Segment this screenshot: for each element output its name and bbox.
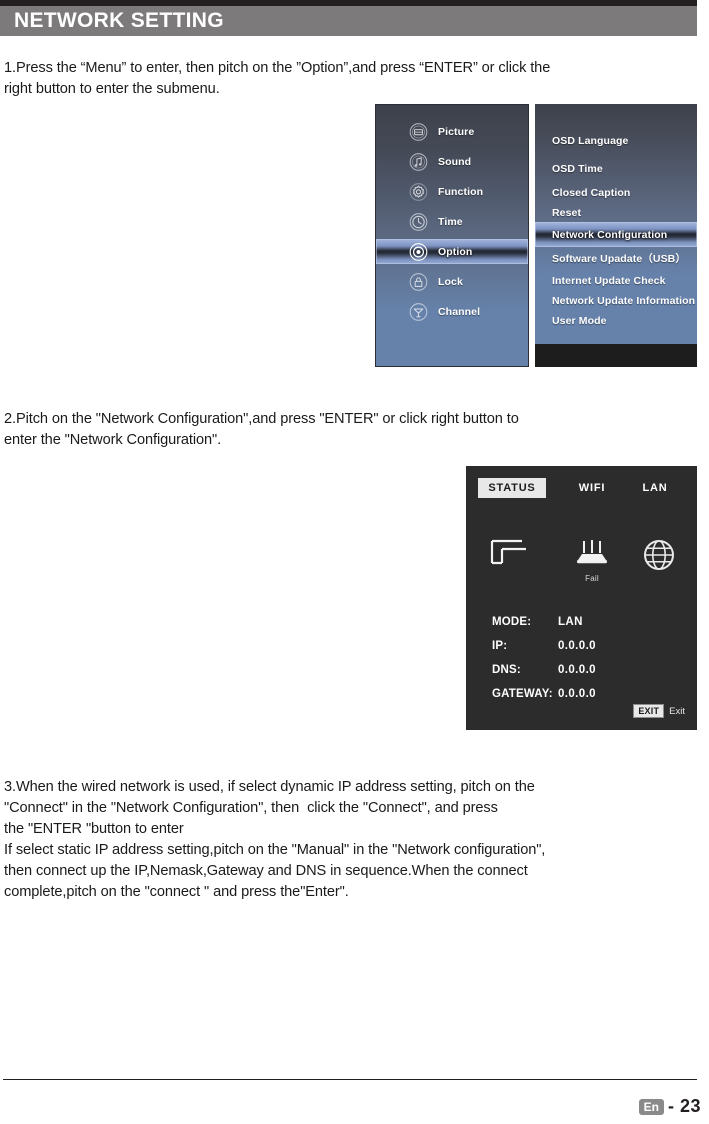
- field-mode-value: LAN: [558, 616, 583, 628]
- osd-item-label: Channel: [438, 305, 481, 318]
- field-dns: DNS: 0.0.0.0: [492, 664, 682, 688]
- osd-item-label: Lock: [438, 275, 463, 288]
- globe-icon-wrap: [631, 538, 687, 588]
- field-gateway-key: GATEWAY:: [492, 688, 553, 700]
- clock-icon: [409, 212, 428, 231]
- osd-item-channel[interactable]: Channel: [376, 299, 528, 324]
- picture-icon: [409, 122, 428, 141]
- osd-subitem-osd-language[interactable]: OSD Language: [535, 128, 697, 153]
- osd-subitem-label: Reset: [552, 206, 582, 219]
- wifi-router-icon-wrap: Fail: [564, 538, 620, 588]
- osd-item-label: Sound: [438, 155, 472, 168]
- osd-item-function[interactable]: Function: [376, 179, 528, 204]
- osd-submenu-panel: OSD Language OSD Time Closed Caption Res…: [535, 104, 697, 367]
- osd-subitem-label: Closed Caption: [552, 186, 631, 199]
- option-icon: [409, 242, 428, 261]
- page-header-bar: NETWORK SETTING: [0, 6, 697, 36]
- field-ip-key: IP:: [492, 640, 508, 652]
- osd-submenu-list: OSD Language OSD Time Closed Caption Res…: [535, 104, 697, 344]
- osd-menu-screenshot: Picture Sound Function Time Option Lock …: [375, 104, 697, 367]
- osd-subitem-osd-time[interactable]: OSD Time: [535, 156, 697, 181]
- network-status-screenshot: STATUS WIFI LAN Fail MODE: LAN IP: 0.0.0…: [466, 466, 697, 730]
- field-mode-key: MODE:: [492, 616, 532, 628]
- osd-subitem-label: Software Upadate（USB）: [552, 253, 686, 265]
- network-status-tabs: STATUS WIFI LAN: [466, 478, 697, 498]
- globe-icon: [642, 538, 676, 577]
- tab-status-label: STATUS: [488, 482, 536, 494]
- osd-subitem-network-configuration[interactable]: Network Configuration: [535, 222, 697, 247]
- osd-item-label: Picture: [438, 125, 475, 138]
- field-mode: MODE: LAN: [492, 616, 682, 640]
- footer-language-badge: En: [638, 1098, 664, 1115]
- osd-subitem-label: Network Update Information: [552, 294, 696, 307]
- wifi-router-status-label: Fail: [585, 574, 599, 583]
- field-gateway-value: 0.0.0.0: [558, 688, 596, 700]
- osd-subitem-label: User Mode: [552, 314, 607, 327]
- network-status-fields: MODE: LAN IP: 0.0.0.0 DNS: 0.0.0.0 GATEW…: [492, 616, 682, 712]
- tab-status[interactable]: STATUS: [478, 478, 546, 498]
- tab-lan[interactable]: LAN: [628, 478, 682, 498]
- footer-page-number: - 23: [667, 1096, 701, 1116]
- field-ip: IP: 0.0.0.0: [492, 640, 682, 664]
- tab-wifi[interactable]: WIFI: [566, 478, 618, 498]
- field-dns-value: 0.0.0.0: [558, 664, 596, 676]
- osd-item-option[interactable]: Option: [376, 239, 528, 264]
- osd-subitem-label: Network Configuration: [552, 228, 668, 241]
- page-title: NETWORK SETTING: [14, 9, 224, 32]
- exit-hint[interactable]: EXIT Exit: [633, 704, 685, 718]
- footer-rule: [3, 1079, 697, 1080]
- field-dns-key: DNS:: [492, 664, 521, 676]
- osd-subitem-label: Internet Update Check: [552, 274, 666, 287]
- osd-item-lock[interactable]: Lock: [376, 269, 528, 294]
- osd-item-label: Function: [438, 185, 484, 198]
- antenna-icon: [409, 302, 428, 321]
- gear-icon: [409, 182, 428, 201]
- page-footer: En - 23: [638, 1096, 701, 1117]
- osd-subitem-label: OSD Language: [552, 134, 629, 147]
- osd-item-sound[interactable]: Sound: [376, 149, 528, 174]
- instruction-step-2: 2.Pitch on the "Network Configuration",a…: [4, 411, 519, 448]
- osd-subitem-user-mode[interactable]: User Mode: [535, 308, 697, 333]
- osd-item-label: Option: [438, 245, 473, 258]
- wifi-router-icon: [572, 538, 612, 573]
- sound-icon: [409, 152, 428, 171]
- exit-key-badge: EXIT: [633, 704, 665, 718]
- osd-item-picture[interactable]: Picture: [376, 119, 528, 144]
- field-ip-value: 0.0.0.0: [558, 640, 596, 652]
- network-status-icon-row: Fail: [466, 538, 697, 588]
- tab-wifi-label: WIFI: [578, 482, 606, 494]
- osd-subitem-label: OSD Time: [552, 162, 603, 175]
- osd-main-menu-panel: Picture Sound Function Time Option Lock …: [375, 104, 529, 367]
- lock-icon: [409, 272, 428, 291]
- lan-cable-icon: [489, 538, 531, 573]
- osd-item-label: Time: [438, 215, 463, 228]
- instruction-step-3: 3.When the wired network is used, if sel…: [4, 779, 546, 900]
- lan-cable-icon-wrap: [482, 538, 538, 588]
- instruction-step-1: 1.Press the “Menu” to enter, then pitch …: [4, 60, 551, 97]
- exit-label: Exit: [669, 705, 685, 717]
- tab-lan-label: LAN: [642, 482, 668, 494]
- osd-item-time[interactable]: Time: [376, 209, 528, 234]
